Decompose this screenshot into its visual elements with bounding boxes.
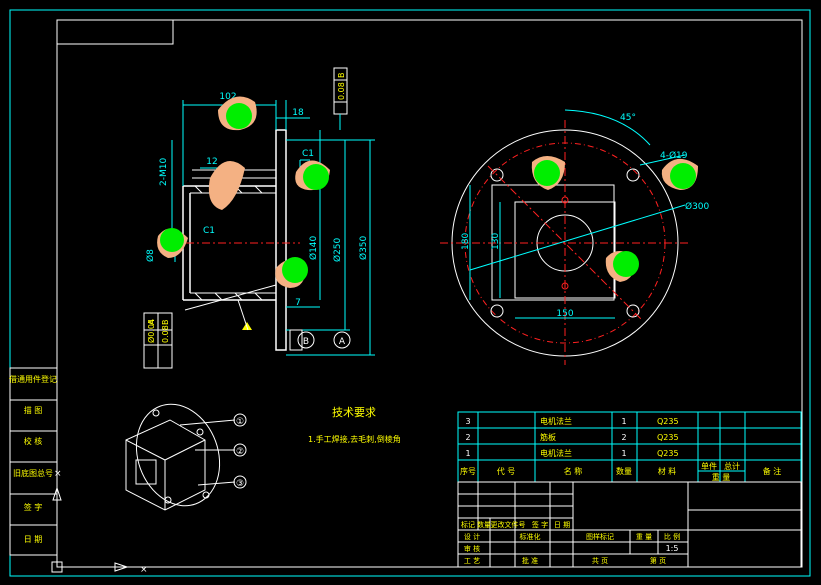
bom-row0-qty: 1 xyxy=(621,417,626,426)
bom-row2-mat: Q235 xyxy=(657,449,679,458)
dim-phi250: Ø250 xyxy=(332,237,343,262)
dim-m10: 2-M10 xyxy=(159,158,169,186)
bom-row0-no: 3 xyxy=(465,417,470,426)
bom-row1-mat: Q235 xyxy=(657,433,679,442)
tb-scale: 比 例 xyxy=(664,532,680,541)
angle-45: 45° xyxy=(620,113,636,123)
dim-180: 180 xyxy=(461,233,471,250)
datum-a: A xyxy=(339,337,346,347)
flange-view: 45° 4-Ø19 Ø300 180 130 150 xyxy=(440,109,710,365)
bom-row2-name: 电机法兰 xyxy=(540,448,572,458)
tb-check: 审 核 xyxy=(464,544,480,553)
tol-top-value: 0.08 xyxy=(337,82,346,100)
title-block: 标记 数量 更改文件号 签 字 日 期 设 计 标准化 审 核 工 艺 批 准 … xyxy=(457,481,802,568)
isometric-view: ① ② ③ xyxy=(125,403,247,511)
outer-frame xyxy=(9,9,811,577)
left-strip: 借通用件登记 描 图 校 核 旧底图总号 签 字 日 期 xyxy=(9,367,58,556)
cad-drawing-canvas: 借通用件登记 描 图 校 核 旧底图总号 签 字 日 期 102 18 2-M1… xyxy=(9,9,811,577)
strip-item-1: 描 图 xyxy=(24,405,43,415)
rev-col-2: 更改文件号 xyxy=(491,520,526,529)
tb-process: 工 艺 xyxy=(464,557,480,565)
tb-total: 共 页 xyxy=(592,556,608,565)
bom-row1-name: 筋板 xyxy=(540,432,556,442)
tb-stage: 图样标记 xyxy=(586,532,614,541)
tb-scale-value: 1:5 xyxy=(666,544,679,553)
tol-left-2: 0.08 xyxy=(161,325,170,343)
notes-title: 技术要求 xyxy=(332,406,376,419)
notes-line-1: 1.手工焊接,去毛刺,倒棱角 xyxy=(308,434,401,444)
strip-item-5: 日 期 xyxy=(24,535,43,544)
dim-130: 130 xyxy=(491,233,501,250)
bom-table: 3 电机法兰 1 Q235 2 筋板 2 Q235 1 电机法兰 1 Q235 … xyxy=(457,411,802,483)
bom-row0-name: 电机法兰 xyxy=(540,416,572,426)
dim-12: 12 xyxy=(206,157,217,167)
datum-b: B xyxy=(303,337,309,347)
ucs-icon: × × xyxy=(51,469,148,575)
dia-300: Ø300 xyxy=(685,201,710,212)
section-view: 102 18 2-M10 12 C1 C1 Ø8 Ø140 Ø250 Ø350 … xyxy=(143,67,375,369)
dim-c1-right: C1 xyxy=(302,149,314,159)
ucs-y-icon: × xyxy=(54,469,62,479)
tb-sheet: 第 页 xyxy=(650,556,666,565)
tb-design: 设 计 xyxy=(464,532,480,541)
bom-h-qty: 数量 xyxy=(616,466,632,476)
balloon-2: ② xyxy=(236,447,244,457)
strip-item-0: 借通用件登记 xyxy=(9,374,57,384)
bom-h-name: 名 称 xyxy=(564,466,583,476)
bom-row1-qty: 2 xyxy=(621,433,626,442)
strip-item-4: 签 字 xyxy=(24,502,43,512)
tb-approve: 批 准 xyxy=(522,556,538,565)
strip-item-3: 旧底图总号 xyxy=(13,468,53,478)
balloon-3: ③ xyxy=(236,479,244,489)
dim-c1-left: C1 xyxy=(203,226,215,236)
bom-h-code: 代 号 xyxy=(497,466,516,476)
balloon-1: ① xyxy=(236,417,244,427)
rev-col-1: 数量 xyxy=(477,520,491,529)
bom-row0-mat: Q235 xyxy=(657,417,679,426)
tol-left-1-datum: A xyxy=(147,319,156,325)
top-left-code-box xyxy=(56,19,174,45)
inner-frame xyxy=(56,19,803,568)
bom-h-total: 总计 xyxy=(724,461,740,471)
bom-h-no: 序号 xyxy=(460,466,476,476)
dim-18: 18 xyxy=(292,108,304,118)
tb-weight: 重 量 xyxy=(636,533,652,541)
bom-h-weight: 重 量 xyxy=(712,472,731,482)
bom-h-material: 材 料 xyxy=(658,466,677,476)
rev-col-4: 日 期 xyxy=(554,521,570,529)
rev-col-0: 标记 xyxy=(461,520,475,529)
rev-col-3: 签 字 xyxy=(532,520,548,529)
bom-row1-no: 2 xyxy=(465,433,470,442)
dim-150: 150 xyxy=(556,309,573,319)
bom-row2-qty: 1 xyxy=(621,449,626,458)
dim-phi140: Ø140 xyxy=(308,235,319,260)
strip-item-2: 校 核 xyxy=(24,436,43,446)
tol-top-datum: B xyxy=(337,73,346,79)
tb-std: 标准化 xyxy=(520,532,541,541)
bom-row2-no: 1 xyxy=(465,449,470,458)
dim-phi350: Ø350 xyxy=(358,235,369,260)
ucs-x-icon: × xyxy=(140,565,148,575)
bom-h-single: 单件 xyxy=(701,461,717,471)
tol-left-2-datum: B xyxy=(161,320,170,326)
bom-h-remark: 备 注 xyxy=(763,466,782,476)
dim-phi-left: Ø8 xyxy=(145,249,156,262)
dim-7: 7 xyxy=(295,298,301,308)
